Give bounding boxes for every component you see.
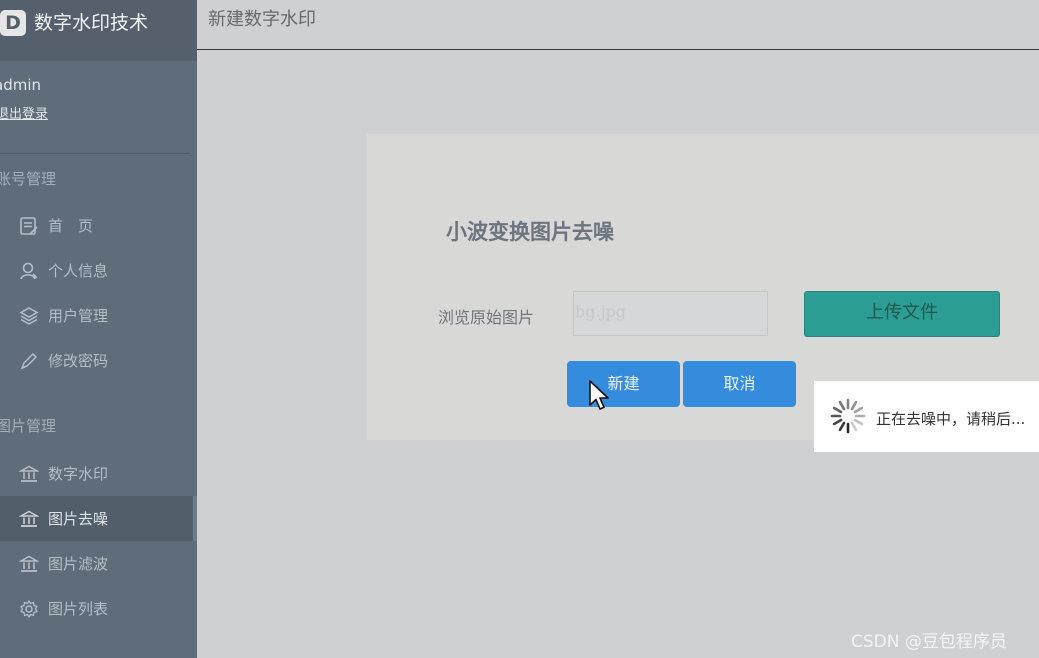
file-field-label: 浏览原始图片 [438, 308, 535, 327]
sidebar-item-label: 修改密码 [48, 352, 109, 370]
sidebar-item-filter[interactable]: 图片滤波 [0, 541, 197, 586]
user-name: admin [0, 76, 41, 94]
spinner-spoke [832, 418, 843, 426]
spinner-icon [830, 398, 866, 434]
spinner-spoke [832, 406, 843, 414]
bank-icon [19, 510, 39, 527]
sidebar-item-label: 图片滤波 [48, 555, 109, 573]
spinner-spoke [850, 400, 858, 411]
gear-icon [20, 600, 38, 618]
pencil-icon [20, 352, 38, 370]
sidebar: D 数字水印技术 admin 退出登录 账号管理 首 页 个人信息 用户管理 [0, 0, 197, 658]
brand-header: D 数字水印技术 [0, 0, 197, 61]
section-title-images: 图片管理 [0, 417, 57, 435]
loading-text: 正在去噪中，请稍后... [876, 410, 1026, 428]
mouse-cursor-icon [589, 380, 609, 410]
form-title: 小波变换图片去噪 [446, 220, 614, 244]
user-icon [20, 262, 38, 280]
sidebar-item-label: 首 页 [48, 217, 94, 235]
spinner-spoke [853, 406, 864, 414]
cancel-button[interactable]: 取消 [683, 361, 796, 407]
spinner-spoke [838, 400, 846, 411]
file-input[interactable]: bg.jpg [573, 291, 768, 336]
layers-icon [19, 307, 39, 325]
sidebar-item-denoise[interactable]: 图片去噪 [0, 496, 197, 541]
upload-button[interactable]: 上传文件 [804, 291, 1000, 337]
brand-title: 数字水印技术 [34, 12, 149, 34]
logout-link[interactable]: 退出登录 [0, 103, 48, 122]
sidebar-item-change-password[interactable]: 修改密码 [0, 338, 197, 383]
top-bar: 新建数字水印 [197, 0, 1039, 50]
sidebar-item-home[interactable]: 首 页 [0, 203, 197, 248]
sidebar-item-label: 用户管理 [48, 307, 109, 325]
watermark: CSDN @豆包程序员 [851, 632, 1007, 652]
sidebar-item-watermark[interactable]: 数字水印 [0, 451, 197, 496]
spinner-spoke [838, 421, 846, 432]
sidebar-divider [0, 153, 190, 154]
bank-icon [19, 555, 39, 572]
spinner-spoke [853, 418, 864, 426]
sidebar-item-profile[interactable]: 个人信息 [0, 248, 197, 293]
loading-toast: 正在去噪中，请稍后... [814, 381, 1039, 452]
sidebar-item-label: 个人信息 [48, 262, 109, 280]
page-title: 新建数字水印 [208, 9, 316, 30]
create-button[interactable]: 新建 [567, 361, 680, 407]
spinner-spoke [850, 421, 858, 432]
sidebar-item-label: 图片列表 [48, 600, 109, 618]
sidebar-item-image-list[interactable]: 图片列表 [0, 586, 197, 631]
section-title-account: 账号管理 [0, 170, 57, 188]
bank-icon [19, 465, 39, 482]
sidebar-item-users[interactable]: 用户管理 [0, 293, 197, 338]
sidebar-item-label: 数字水印 [48, 465, 109, 483]
document-icon [20, 217, 38, 235]
sidebar-item-label: 图片去噪 [48, 510, 109, 528]
brand-logo: D [0, 10, 26, 36]
